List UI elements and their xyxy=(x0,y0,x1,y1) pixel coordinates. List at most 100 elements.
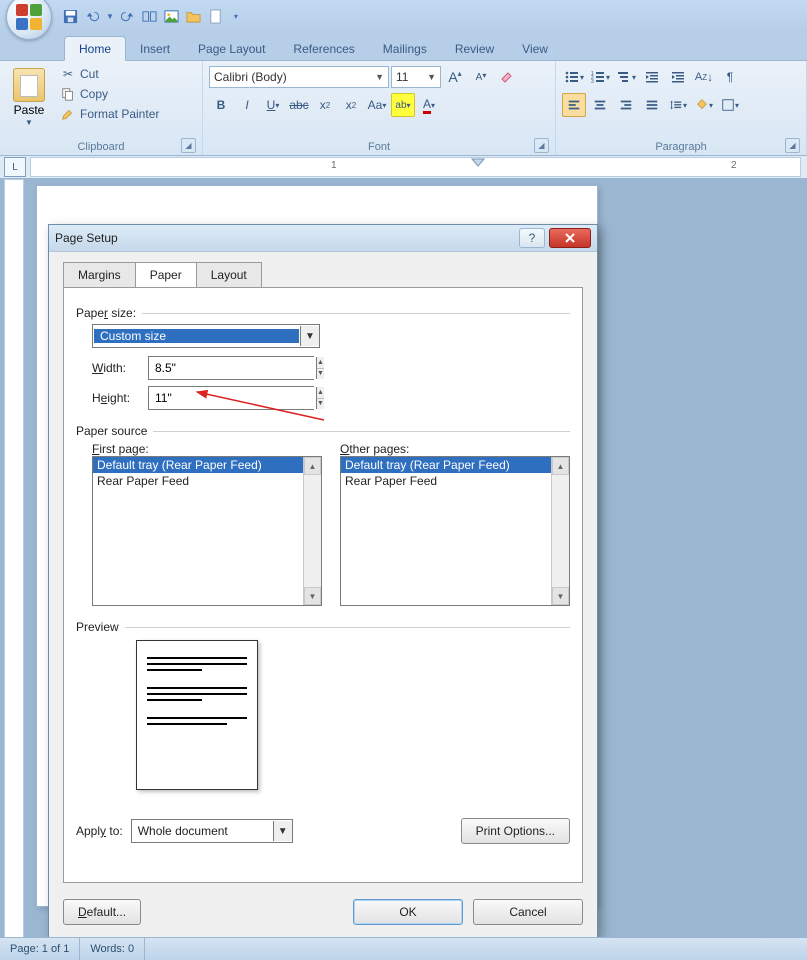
status-page[interactable]: Page: 1 of 1 xyxy=(0,938,80,960)
undo-dropdown-icon[interactable]: ▼ xyxy=(106,12,114,21)
increase-indent-button[interactable] xyxy=(666,65,690,89)
tab-references[interactable]: References xyxy=(279,37,368,60)
scrollbar[interactable]: ▲ ▼ xyxy=(551,457,569,605)
cut-button[interactable]: ✂ Cut xyxy=(60,65,159,83)
scrollbar[interactable]: ▲ ▼ xyxy=(303,457,321,605)
ribbon: Paste ▼ ✂ Cut Copy Form xyxy=(0,61,807,156)
copy-button[interactable]: Copy xyxy=(60,85,159,103)
spin-up-icon[interactable]: ▲ xyxy=(317,357,324,369)
list-item[interactable]: Rear Paper Feed xyxy=(93,473,303,489)
horizontal-ruler[interactable]: 1 2 xyxy=(30,157,801,177)
dialog-button-row: Default... OK Cancel xyxy=(49,891,597,937)
paste-dropdown-icon[interactable]: ▼ xyxy=(25,118,33,127)
tab-home[interactable]: Home xyxy=(64,36,126,61)
default-button[interactable]: Default... xyxy=(63,899,141,925)
numbering-button[interactable]: 123▾ xyxy=(588,65,612,89)
tab-mailings[interactable]: Mailings xyxy=(369,37,441,60)
print-options-button[interactable]: Print Options... xyxy=(461,818,570,844)
picture-icon[interactable] xyxy=(164,8,180,24)
clear-formatting-button[interactable] xyxy=(495,65,519,89)
tab-page-layout[interactable]: Page Layout xyxy=(184,37,279,60)
height-spinner[interactable]: ▲ ▼ xyxy=(148,386,314,410)
strikethrough-button[interactable]: abc xyxy=(287,93,311,117)
font-group-label: Font xyxy=(368,141,390,153)
format-painter-button[interactable]: Format Painter xyxy=(60,105,159,123)
apply-to-label: Apply to: xyxy=(76,824,123,838)
list-item[interactable]: Rear Paper Feed xyxy=(341,473,551,489)
save-icon[interactable] xyxy=(62,8,78,24)
svg-text:3: 3 xyxy=(591,79,594,85)
other-pages-listbox[interactable]: Default tray (Rear Paper Feed) Rear Pape… xyxy=(340,456,570,606)
list-item[interactable]: Default tray (Rear Paper Feed) xyxy=(341,457,551,473)
indent-marker-icon[interactable] xyxy=(471,158,485,176)
cancel-button[interactable]: Cancel xyxy=(473,899,583,925)
paper-size-dropdown[interactable]: Custom size ▼ xyxy=(92,324,320,348)
shrink-font-button[interactable]: A▾ xyxy=(469,65,493,89)
apply-to-dropdown[interactable]: Whole document ▼ xyxy=(131,819,293,843)
redo-icon[interactable] xyxy=(120,8,136,24)
first-page-listbox[interactable]: Default tray (Rear Paper Feed) Rear Pape… xyxy=(92,456,322,606)
spin-up-icon[interactable]: ▲ xyxy=(317,387,324,399)
align-right-button[interactable] xyxy=(614,93,638,117)
height-input[interactable] xyxy=(149,387,316,409)
shading-button[interactable]: ▾ xyxy=(692,93,716,117)
vertical-ruler[interactable] xyxy=(4,179,24,939)
align-left-button[interactable] xyxy=(562,93,586,117)
justify-button[interactable] xyxy=(640,93,664,117)
tab-layout[interactable]: Layout xyxy=(196,262,262,287)
tab-insert[interactable]: Insert xyxy=(126,37,184,60)
font-color-button[interactable]: A▾ xyxy=(417,93,441,117)
close-button[interactable] xyxy=(549,228,591,248)
dialog-panel: Paper size: Custom size ▼ Width: ▲ ▼ Hei… xyxy=(63,287,583,883)
change-case-button[interactable]: Aa▾ xyxy=(365,93,389,117)
office-logo-icon xyxy=(16,4,42,30)
spin-down-icon[interactable]: ▼ xyxy=(317,399,324,410)
open-folder-icon[interactable] xyxy=(186,8,202,24)
width-spinner[interactable]: ▲ ▼ xyxy=(148,356,314,380)
clipboard-dialog-launcher[interactable]: ◢ xyxy=(181,138,196,153)
scroll-down-icon[interactable]: ▼ xyxy=(552,587,569,605)
line-spacing-button[interactable]: ▾ xyxy=(666,93,690,117)
scroll-up-icon[interactable]: ▲ xyxy=(304,457,321,475)
title-bar: ▼ ▾ xyxy=(0,0,807,32)
align-center-button[interactable] xyxy=(588,93,612,117)
qat-customize-icon[interactable]: ▾ xyxy=(234,12,238,21)
help-button[interactable]: ? xyxy=(519,228,545,248)
undo-icon[interactable] xyxy=(84,8,100,24)
tab-review[interactable]: Review xyxy=(441,37,508,60)
italic-button[interactable]: I xyxy=(235,93,259,117)
status-words[interactable]: Words: 0 xyxy=(80,938,145,960)
borders-button[interactable]: ▾ xyxy=(718,93,742,117)
subscript-button[interactable]: x2 xyxy=(313,93,337,117)
bullets-button[interactable]: ▾ xyxy=(562,65,586,89)
spin-down-icon[interactable]: ▼ xyxy=(317,369,324,380)
chevron-down-icon: ▼ xyxy=(371,72,384,82)
font-dialog-launcher[interactable]: ◢ xyxy=(534,138,549,153)
underline-button[interactable]: U▾ xyxy=(261,93,285,117)
sort-button[interactable]: AZ↓ xyxy=(692,65,716,89)
open-book-icon[interactable] xyxy=(142,8,158,24)
show-hide-button[interactable]: ¶ xyxy=(718,65,742,89)
decrease-indent-button[interactable] xyxy=(640,65,664,89)
multilevel-list-button[interactable]: ▾ xyxy=(614,65,638,89)
dialog-title-bar[interactable]: Page Setup ? xyxy=(49,225,597,252)
grow-font-button[interactable]: A▴ xyxy=(443,65,467,89)
chevron-down-icon: ▼ xyxy=(273,821,292,841)
tab-margins[interactable]: Margins xyxy=(63,262,136,287)
font-size-combo[interactable]: 11 ▼ xyxy=(391,66,441,88)
tab-view[interactable]: View xyxy=(508,37,562,60)
list-item[interactable]: Default tray (Rear Paper Feed) xyxy=(93,457,303,473)
tab-selector[interactable]: L xyxy=(4,157,26,177)
tab-paper[interactable]: Paper xyxy=(135,262,197,287)
ok-button[interactable]: OK xyxy=(353,899,463,925)
font-name-combo[interactable]: Calibri (Body) ▼ xyxy=(209,66,389,88)
highlight-button[interactable]: ab▾ xyxy=(391,93,415,117)
width-input[interactable] xyxy=(149,357,316,379)
paste-button[interactable]: Paste ▼ xyxy=(6,65,52,130)
scroll-down-icon[interactable]: ▼ xyxy=(304,587,321,605)
bold-button[interactable]: B xyxy=(209,93,233,117)
paragraph-dialog-launcher[interactable]: ◢ xyxy=(785,138,800,153)
new-document-icon[interactable] xyxy=(208,8,224,24)
scroll-up-icon[interactable]: ▲ xyxy=(552,457,569,475)
superscript-button[interactable]: x2 xyxy=(339,93,363,117)
